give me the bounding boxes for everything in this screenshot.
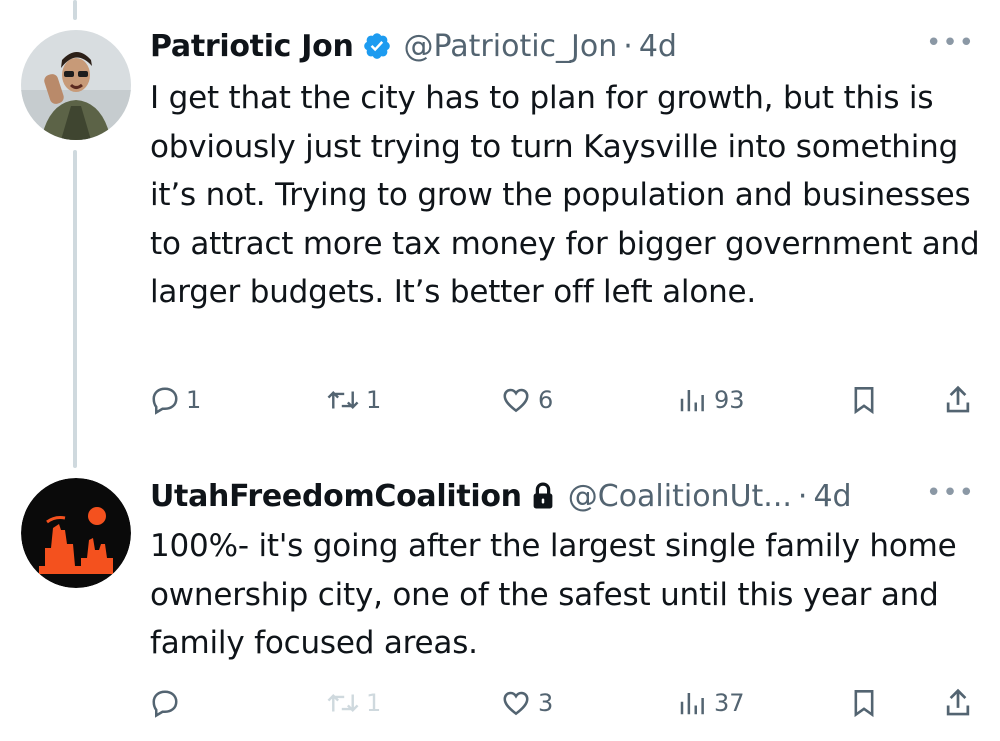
more-options-icon[interactable]: ••• xyxy=(926,28,975,58)
reply-icon xyxy=(152,387,178,415)
reply-button[interactable] xyxy=(150,683,186,723)
views-count: 93 xyxy=(714,386,745,414)
timestamp[interactable]: 4d xyxy=(639,29,677,64)
author-name[interactable]: Patriotic Jon xyxy=(150,29,354,64)
views-icon xyxy=(680,390,704,412)
coalition-logo-icon xyxy=(21,478,131,588)
views-button[interactable]: 37 xyxy=(676,683,745,723)
verified-badge-icon[interactable] xyxy=(362,31,392,61)
lock-icon xyxy=(530,481,556,511)
like-button[interactable]: 6 xyxy=(500,380,553,420)
tweet[interactable]: Patriotic Jon @Patriotic_Jon · 4d ••• I … xyxy=(0,0,1000,440)
share-icon xyxy=(946,385,970,413)
views-icon xyxy=(680,693,704,715)
reply-icon xyxy=(152,690,178,718)
retweet-icon xyxy=(327,693,359,713)
heart-icon xyxy=(503,388,529,413)
bookmark-button[interactable] xyxy=(850,380,878,420)
bookmark-icon xyxy=(854,387,874,415)
retweet-count: 1 xyxy=(366,689,382,717)
share-button[interactable] xyxy=(943,683,973,723)
author-handle[interactable]: @CoalitionUt... xyxy=(568,479,792,514)
views-count: 37 xyxy=(714,689,745,717)
bookmark-icon xyxy=(854,690,874,718)
reply-button[interactable]: 1 xyxy=(150,380,201,420)
share-icon xyxy=(946,688,970,716)
retweet-button: 1 xyxy=(326,683,381,723)
bookmark-button[interactable] xyxy=(850,683,878,723)
tweet-actions: 1 1 6 93 xyxy=(150,380,980,420)
like-count: 3 xyxy=(538,689,554,717)
author-handle[interactable]: @Patriotic_Jon xyxy=(404,29,618,64)
tweet[interactable]: UtahFreedomCoalition @CoalitionUt... · 4… xyxy=(0,470,1000,741)
avatar[interactable] xyxy=(21,30,131,140)
more-options-icon[interactable]: ••• xyxy=(926,478,975,508)
tweet-text: 100%- it's going after the largest singl… xyxy=(150,528,957,661)
tweet-header: Patriotic Jon @Patriotic_Jon · 4d ••• xyxy=(150,26,975,66)
tweet-text: I get that the city has to plan for grow… xyxy=(150,80,980,310)
timestamp[interactable]: 4d xyxy=(813,479,851,514)
tweet-header: UtahFreedomCoalition @CoalitionUt... · 4… xyxy=(150,476,975,516)
author-name[interactable]: UtahFreedomCoalition xyxy=(150,479,522,514)
separator: · xyxy=(797,478,808,514)
retweet-button[interactable]: 1 xyxy=(326,380,381,420)
separator: · xyxy=(623,28,633,64)
like-count: 6 xyxy=(538,386,554,414)
views-button[interactable]: 93 xyxy=(676,380,745,420)
tweet-actions: 1 3 37 xyxy=(150,683,980,723)
retweet-count: 1 xyxy=(366,386,382,414)
like-button[interactable]: 3 xyxy=(500,683,553,723)
share-button[interactable] xyxy=(943,380,973,420)
avatar-photo-icon xyxy=(21,30,131,140)
reply-count: 1 xyxy=(186,386,202,414)
heart-icon xyxy=(503,691,529,716)
avatar[interactable] xyxy=(21,478,131,588)
retweet-icon xyxy=(327,390,359,410)
